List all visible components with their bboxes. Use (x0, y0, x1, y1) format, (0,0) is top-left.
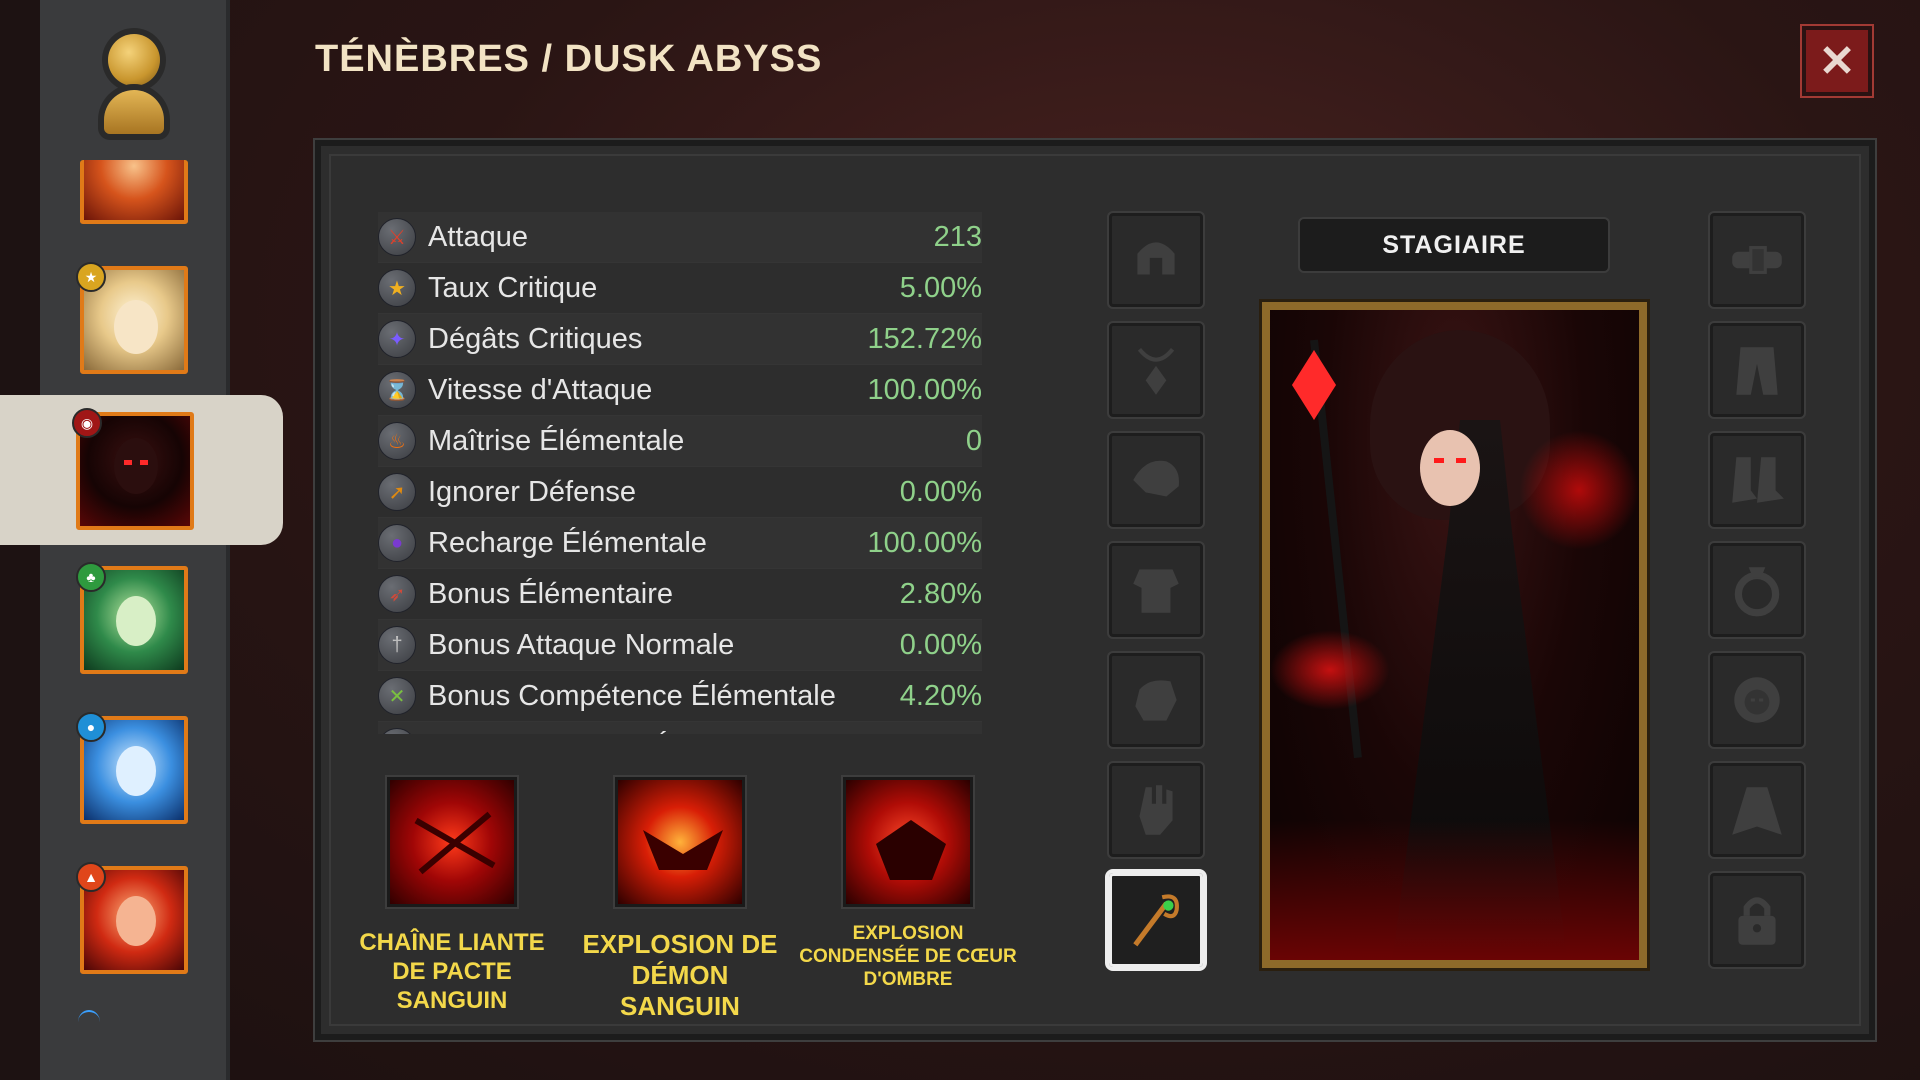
gauntlet-icon (1139, 785, 1173, 835)
stat-row: ✦ Dégâts Critiques 152.72% (378, 314, 982, 365)
profile-icon[interactable] (98, 28, 170, 138)
stat-label: Bonus Explosion Élémentale (428, 731, 900, 735)
orb-icon: ● (378, 524, 416, 562)
lion-emblem-icon (1734, 677, 1780, 723)
hero-card-fire-top[interactable] (80, 160, 188, 224)
skill-blood-pact-chain[interactable]: CHAÎNE LIANTE DE PACTE SANGUIN (342, 775, 562, 1015)
star-icon: ★ (378, 269, 416, 307)
stat-label: Vitesse d'Attaque (428, 373, 653, 406)
stat-label: Dégâts Critiques (428, 322, 643, 355)
rank-badge: STAGIAIRE (1298, 217, 1610, 273)
emblem-slot[interactable] (1708, 651, 1806, 749)
stat-row: ● Recharge Élémentale 100.00% (378, 518, 982, 569)
flame-icon: ♨ (378, 422, 416, 460)
light-element-icon: ★ (76, 262, 106, 292)
sword-icon: ⚔ (378, 218, 416, 256)
boots-icon (1732, 457, 1784, 503)
stat-value: 0.00% (900, 731, 982, 735)
stat-value: 213 (933, 220, 982, 253)
dark-element-icon: ◉ (72, 408, 102, 438)
stat-label: Bonus Compétence Élémentale (428, 679, 836, 712)
close-icon: ✕ (1818, 36, 1856, 86)
stat-row: ⌛ Vitesse d'Attaque 100.00% (378, 365, 982, 416)
stat-value: 5.00% (899, 271, 982, 304)
stat-label: Maîtrise Élémentale (428, 424, 685, 457)
lock-icon (1738, 897, 1776, 945)
stat-row: ✸ Bonus Explosion Élémentale0.00% (378, 722, 982, 734)
burst-icon: ✦ (378, 320, 416, 358)
stats-list[interactable]: ⚔ Attaque 213 ★ Taux Critique 5.00% ✦ Dégâts Cr… (378, 212, 982, 734)
nature-element-icon: ♣ (76, 562, 106, 592)
stat-value: 0.00% (899, 475, 982, 508)
amulet-icon (1137, 347, 1175, 395)
ring-icon (1734, 567, 1780, 617)
boots-slot[interactable] (1708, 431, 1806, 529)
water-element-icon-partial (78, 1010, 100, 1034)
skill-shadow-heart-explosion[interactable]: EXPLOSION CONDENSÉE DE CŒUR D'OMBRE (798, 775, 1018, 991)
blade-icon: † (378, 626, 416, 664)
stat-value: 2.80% (899, 577, 982, 610)
cape-slot[interactable] (1708, 761, 1806, 859)
skill-icon (613, 775, 747, 909)
stat-row: ➚ Ignorer Défense 0.00% (378, 467, 982, 518)
ring-slot[interactable] (1708, 541, 1806, 639)
close-button[interactable]: ✕ (1800, 24, 1874, 98)
chest-slot[interactable] (1107, 541, 1205, 639)
pants-slot[interactable] (1708, 321, 1806, 419)
skill-name: EXPLOSION CONDENSÉE DE CŒUR D'OMBRE (799, 923, 1017, 990)
stat-row: ♨ Maîtrise Élémentale 0 (378, 416, 982, 467)
stat-row: ➶ Bonus Élémentaire 2.80% (378, 569, 982, 620)
helmet-icon (1137, 242, 1175, 275)
stat-label: Taux Critique (428, 271, 598, 304)
belt-slot[interactable] (1708, 211, 1806, 309)
shoulder-slot[interactable] (1107, 431, 1205, 529)
crossed-swords-icon: ✕ (378, 677, 416, 715)
gloves-icon (1135, 680, 1177, 721)
stat-row: ✕ Bonus Compétence Élémentale 4.20% (378, 671, 982, 722)
stat-value: 4.20% (899, 679, 982, 712)
explosion-icon: ✸ (378, 728, 416, 734)
bow-icon: ➶ (378, 575, 416, 613)
stat-label: Attaque (428, 220, 528, 253)
stat-label: Bonus Élémentaire (428, 577, 674, 610)
shoulder-icon (1133, 460, 1179, 497)
stat-label: Ignorer Défense (428, 475, 636, 508)
stat-value: 100.00% (867, 526, 983, 559)
locked-slot[interactable] (1708, 871, 1806, 969)
stat-row: ★ Taux Critique 5.00% (378, 263, 982, 314)
skill-name: EXPLOSION DE DÉMON SANGUIN (582, 929, 778, 1022)
stat-value: 152.72% (867, 322, 983, 355)
stat-value: 0.00% (899, 628, 982, 661)
amulet-slot[interactable] (1107, 321, 1205, 419)
helmet-slot[interactable] (1107, 211, 1205, 309)
stat-label: Recharge Élémentale (428, 526, 707, 559)
hero-portrait (1259, 299, 1650, 971)
stat-row: † Bonus Attaque Normale 0.00% (378, 620, 982, 671)
hourglass-icon: ⌛ (378, 371, 416, 409)
gloves-slot[interactable] (1107, 651, 1205, 749)
stat-value: 0 (965, 424, 982, 457)
arrow-icon: ➚ (378, 473, 416, 511)
skill-icon (841, 775, 975, 909)
chest-icon (1133, 569, 1179, 613)
weapon-slot[interactable] (1105, 869, 1207, 971)
stat-row: ⚔ Attaque 213 (378, 212, 982, 263)
fire-element-icon: ▲ (76, 862, 106, 892)
pants-icon (1736, 347, 1778, 395)
skill-blood-demon-explosion[interactable]: EXPLOSION DE DÉMON SANGUIN (570, 775, 790, 1023)
skill-icon (385, 775, 519, 909)
stat-value: 100.00% (867, 373, 983, 406)
gauntlet-slot[interactable] (1107, 761, 1205, 859)
page-title: TÉNÈBRES / DUSK ABYSS (315, 38, 823, 80)
stat-label: Bonus Attaque Normale (428, 628, 735, 661)
belt-icon (1732, 246, 1782, 274)
skill-name: CHAÎNE LIANTE DE PACTE SANGUIN (359, 929, 545, 1014)
cape-icon (1732, 787, 1782, 835)
staff-icon (1133, 894, 1179, 947)
water-element-icon: ● (76, 712, 106, 742)
